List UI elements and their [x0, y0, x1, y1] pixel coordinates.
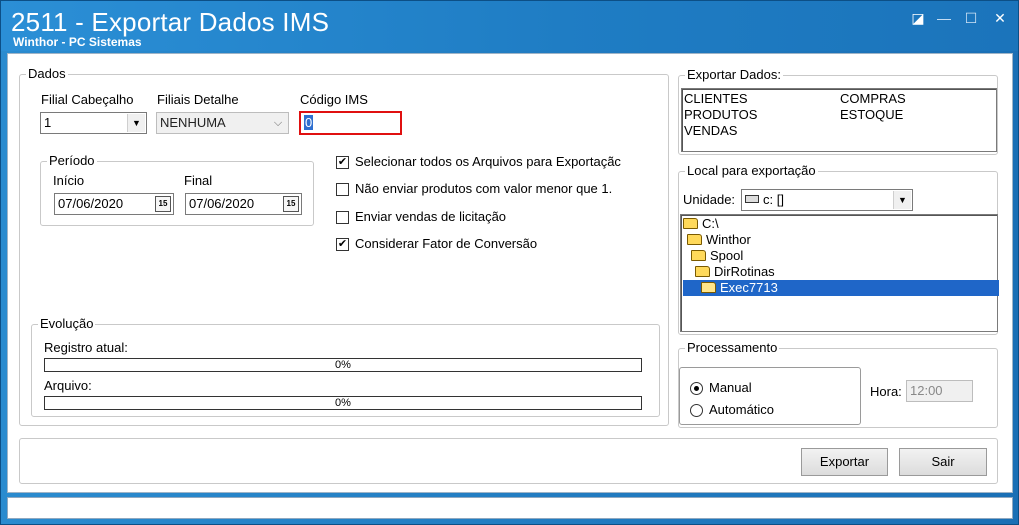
- unidade-value: c: []: [763, 192, 784, 207]
- hora-value: 12:00: [910, 383, 943, 398]
- checkbox-nao-enviar-produtos[interactable]: [336, 183, 349, 196]
- folder-open-icon: [701, 282, 716, 293]
- evolucao-group: Evolução Registro atual: 0% Arquivo: 0%: [31, 316, 660, 417]
- exportar-button[interactable]: Exportar: [801, 448, 888, 476]
- checkbox-enviar-vendas-licitacao[interactable]: [336, 211, 349, 224]
- codigo-ims-label: Código IMS: [300, 92, 368, 107]
- filiais-detalhe-select[interactable]: NENHUMA ⌵: [156, 112, 289, 134]
- filial-cabecalho-label: Filial Cabeçalho: [41, 92, 134, 107]
- calendar-icon[interactable]: 15: [155, 196, 171, 212]
- list-item[interactable]: VENDAS: [684, 123, 737, 138]
- maximize-icon[interactable]: ☐: [960, 9, 982, 27]
- local-exportacao-group: Local para exportação Unidade: c: [] ▼ C…: [678, 163, 999, 335]
- list-item[interactable]: PRODUTOS: [684, 107, 757, 122]
- client-area: Dados Filial Cabeçalho 1 ▼ Filiais Detal…: [7, 53, 1013, 493]
- unidade-select[interactable]: c: [] ▼: [741, 189, 913, 211]
- unidade-label: Unidade:: [683, 192, 736, 207]
- radio-manual-label: Manual: [709, 380, 752, 395]
- periodo-group: Período Início 07/06/2020 15 Final 07/06…: [40, 153, 314, 226]
- inicio-date-input[interactable]: 07/06/2020 15: [54, 193, 174, 215]
- filiais-detalhe-value: NENHUMA: [160, 115, 226, 130]
- calendar-icon[interactable]: 15: [283, 196, 299, 212]
- tree-item-winthor[interactable]: Winthor: [687, 232, 751, 248]
- codigo-ims-input[interactable]: 0: [299, 111, 402, 135]
- tree-item-dirrotinas[interactable]: DirRotinas: [695, 264, 775, 280]
- minimize-icon[interactable]: —: [933, 9, 955, 27]
- status-bar: [7, 497, 1013, 519]
- app-window: 2511 - Exportar Dados IMS Winthor - PC S…: [0, 0, 1019, 525]
- dados-group: Dados Filial Cabeçalho 1 ▼ Filiais Detal…: [19, 66, 669, 426]
- filial-cabecalho-value: 1: [44, 115, 52, 130]
- registro-progress-value: 0%: [335, 359, 351, 371]
- dados-legend: Dados: [26, 66, 68, 81]
- folder-open-icon: [683, 218, 698, 229]
- filiais-detalhe-label: Filiais Detalhe: [157, 92, 239, 107]
- list-item[interactable]: CLIENTES: [684, 91, 748, 106]
- inicio-date-value: 07/06/2020: [58, 196, 124, 211]
- option-considerar-fator-label: Considerar Fator de Conversão: [355, 236, 538, 251]
- folder-open-icon: [687, 234, 702, 245]
- list-item[interactable]: ESTOQUE: [840, 107, 903, 122]
- radio-automatico-label: Automático: [709, 402, 775, 417]
- processamento-mode-box: Manual Automático: [679, 367, 861, 425]
- folder-tree[interactable]: C:\ Winthor Spool DirRotinas Exec7713: [680, 214, 999, 332]
- hora-input[interactable]: 12:00: [906, 380, 973, 402]
- chevron-down-icon[interactable]: ▼: [893, 191, 911, 209]
- folder-open-icon: [691, 250, 706, 261]
- processamento-group: Processamento Manual Automático Hora: 12…: [678, 340, 998, 428]
- close-icon[interactable]: ✕: [989, 9, 1011, 27]
- button-bar: Exportar Sair: [19, 438, 998, 484]
- arquivo-label: Arquivo:: [44, 378, 92, 393]
- arquivo-progress-value: 0%: [335, 397, 351, 409]
- periodo-legend: Período: [47, 153, 97, 168]
- filial-cabecalho-select[interactable]: 1 ▼: [40, 112, 147, 134]
- evolucao-legend: Evolução: [38, 316, 96, 331]
- arquivo-progress-bar: 0%: [44, 396, 642, 410]
- inicio-label: Início: [53, 173, 85, 188]
- tree-item-c-drive[interactable]: C:\: [683, 216, 719, 232]
- restore-icon[interactable]: ◪: [907, 9, 929, 27]
- drive-icon: [745, 195, 759, 203]
- list-item[interactable]: COMPRAS: [840, 91, 906, 106]
- codigo-ims-value: 0: [304, 115, 314, 130]
- window-subtitle: Winthor - PC Sistemas: [13, 35, 142, 49]
- tree-item-spool[interactable]: Spool: [691, 248, 743, 264]
- exportar-dados-list[interactable]: CLIENTES PRODUTOS VENDAS COMPRAS ESTOQUE: [681, 88, 997, 152]
- tree-item-exec7713[interactable]: Exec7713: [683, 280, 999, 296]
- final-date-value: 07/06/2020: [189, 196, 255, 211]
- checkbox-considerar-fator[interactable]: ✔: [336, 238, 349, 251]
- option-nao-enviar-produtos-label: Não enviar produtos com valor menor que …: [355, 181, 613, 196]
- final-date-input[interactable]: 07/06/2020 15: [185, 193, 302, 215]
- final-label: Final: [184, 173, 213, 188]
- radio-automatico[interactable]: [690, 404, 703, 417]
- exportar-dados-legend: Exportar Dados:: [685, 67, 783, 82]
- radio-manual[interactable]: [690, 382, 703, 395]
- local-exportacao-legend: Local para exportação: [685, 163, 818, 178]
- chevron-down-icon[interactable]: ▼: [127, 114, 145, 132]
- chevron-down-icon[interactable]: ⌵: [269, 114, 287, 132]
- option-enviar-vendas-licitacao-label: Enviar vendas de licitação: [355, 209, 507, 224]
- exportar-dados-group: Exportar Dados: CLIENTES PRODUTOS VENDAS…: [678, 67, 998, 155]
- registro-progress-bar: 0%: [44, 358, 642, 372]
- checkbox-selecionar-todos[interactable]: ✔: [336, 156, 349, 169]
- processamento-legend: Processamento: [685, 340, 780, 355]
- hora-label: Hora:: [870, 384, 902, 399]
- title-bar[interactable]: 2511 - Exportar Dados IMS Winthor - PC S…: [1, 1, 1018, 51]
- window-title: 2511 - Exportar Dados IMS: [11, 7, 330, 37]
- option-selecionar-todos-label: Selecionar todos os Arquivos para Export…: [355, 154, 621, 169]
- folder-open-icon: [695, 266, 710, 277]
- sair-button[interactable]: Sair: [899, 448, 987, 476]
- registro-atual-label: Registro atual:: [44, 340, 128, 355]
